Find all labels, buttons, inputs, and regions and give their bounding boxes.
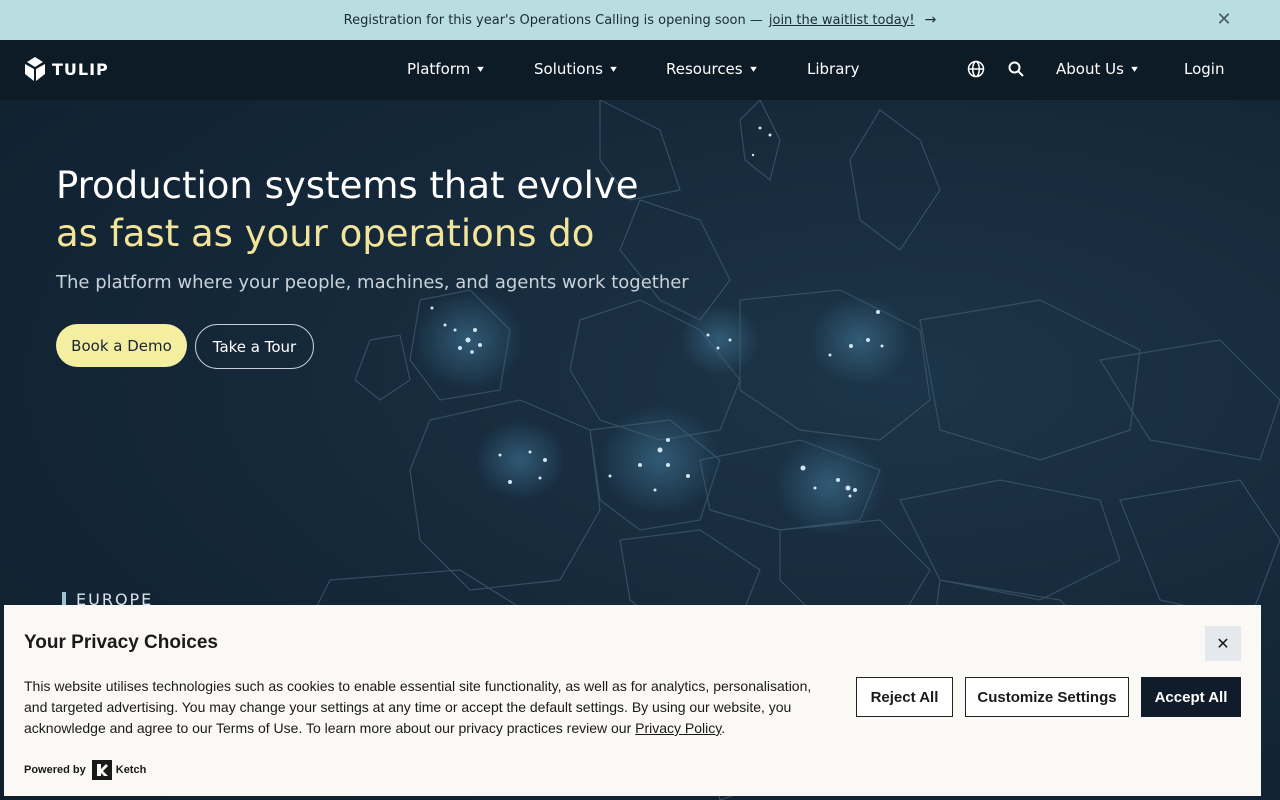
nav-library[interactable]: Library: [807, 60, 859, 78]
privacy-dialog: Your Privacy Choices ✕ This website util…: [4, 605, 1261, 796]
nav-library-label: Library: [807, 60, 860, 78]
nav-platform[interactable]: Platform ▾: [407, 60, 485, 78]
ketch-brand: Ketch: [115, 764, 147, 776]
privacy-title: Your Privacy Choices: [24, 632, 218, 653]
privacy-body: This website utilises technologies such …: [24, 676, 834, 739]
chevron-down-icon: ▾: [610, 63, 617, 75]
tulip-logo-icon: [25, 57, 45, 81]
nav-about-label: About Us: [1056, 60, 1124, 78]
announcement-text: Registration for this year's Operations …: [343, 12, 763, 28]
hero-title: Production systems that evolve as fast a…: [56, 162, 639, 258]
chevron-down-icon: ▾: [749, 63, 757, 75]
take-tour-button[interactable]: Take a Tour: [195, 324, 314, 369]
privacy-policy-link[interactable]: Privacy Policy: [635, 720, 721, 736]
search-icon[interactable]: [1005, 58, 1027, 80]
waitlist-link[interactable]: join the waitlist today!: [769, 13, 915, 28]
nav-solutions[interactable]: Solutions ▾: [534, 60, 617, 78]
reject-all-button[interactable]: Reject All: [856, 677, 953, 717]
nav-resources[interactable]: Resources ▾: [666, 60, 756, 78]
tulip-logo[interactable]: TULIP: [24, 57, 109, 81]
hero-title-line2: as fast as your operations do: [56, 212, 595, 255]
main-nav: TULIP Platform ▾ Solutions ▾ Resources ▾…: [0, 40, 1280, 100]
chevron-down-icon: ▾: [477, 63, 485, 75]
privacy-period: .: [721, 720, 726, 736]
login-link[interactable]: Login: [1184, 60, 1224, 78]
book-demo-button[interactable]: Book a Demo: [56, 324, 187, 367]
hero-subtitle: The platform where your people, machines…: [56, 272, 689, 293]
powered-by: Powered by Ketch: [24, 760, 146, 780]
globe-icon[interactable]: [965, 58, 987, 80]
close-icon[interactable]: ✕: [1214, 10, 1234, 30]
chevron-down-icon: ▾: [1131, 63, 1138, 75]
nav-solutions-label: Solutions: [534, 60, 603, 78]
nav-about-us[interactable]: About Us ▾: [1056, 60, 1138, 78]
announcement-bar: Registration for this year's Operations …: [0, 0, 1280, 40]
nav-platform-label: Platform: [407, 60, 471, 78]
hero-title-line1: Production systems that evolve: [56, 164, 639, 207]
arrow-right-icon[interactable]: →: [925, 12, 937, 28]
ketch-logo[interactable]: Ketch: [91, 760, 147, 780]
powered-by-label: Powered by: [24, 764, 86, 776]
ketch-logo-icon: [91, 760, 112, 780]
logo-text: TULIP: [52, 59, 109, 79]
accept-all-button[interactable]: Accept All: [1141, 677, 1241, 717]
login-label: Login: [1184, 60, 1225, 78]
nav-resources-label: Resources: [666, 60, 743, 78]
close-icon[interactable]: ✕: [1205, 626, 1241, 661]
customize-settings-button[interactable]: Customize Settings: [965, 677, 1129, 717]
